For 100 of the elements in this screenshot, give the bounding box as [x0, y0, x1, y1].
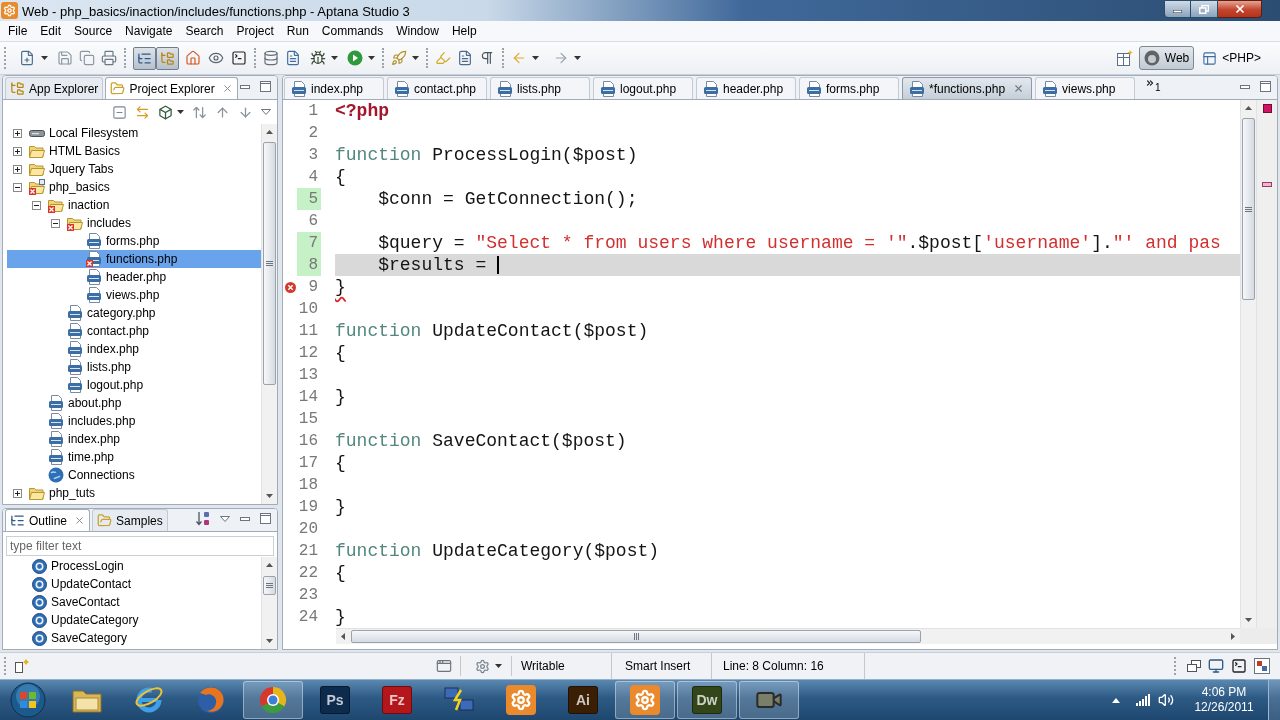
hidden-tabs-count[interactable]: 1 — [1155, 83, 1161, 93]
settings-icon[interactable] — [475, 658, 490, 674]
arrow-down-icon[interactable] — [238, 104, 253, 120]
editor-tab[interactable]: index.php — [284, 77, 384, 99]
caret-down-icon[interactable] — [331, 56, 338, 60]
tree-item[interactable]: contact.php — [87, 322, 150, 340]
speaker-icon[interactable] — [1158, 692, 1174, 708]
panel-tab[interactable]: Outline — [5, 509, 91, 531]
caret-up-icon[interactable] — [266, 130, 273, 134]
document-icon[interactable] — [457, 50, 473, 66]
tree-item[interactable]: includes.php — [68, 412, 136, 430]
rocket-icon[interactable] — [391, 50, 407, 66]
caret-down-icon[interactable] — [266, 494, 273, 498]
panel-tab[interactable]: Project Explorer — [105, 77, 238, 99]
tree-item[interactable]: index.php — [87, 340, 140, 358]
app-window-icon[interactable] — [436, 658, 452, 674]
window-badge-icon[interactable] — [1254, 658, 1270, 674]
caret-right-icon[interactable] — [1231, 633, 1235, 640]
scrollbar-thumb[interactable] — [263, 576, 276, 595]
perspective-button[interactable]: <PHP> — [1197, 46, 1266, 70]
caret-down-icon[interactable] — [368, 56, 375, 60]
arrows-up-down-icon[interactable] — [192, 104, 207, 120]
caret-up-icon[interactable] — [1245, 106, 1252, 110]
restore-windows-icon[interactable] — [1187, 660, 1201, 672]
sort-icon[interactable] — [196, 511, 210, 526]
signal-bars-icon[interactable] — [1136, 694, 1150, 706]
close-icon[interactable] — [221, 83, 233, 94]
tree-item[interactable]: inaction — [68, 196, 110, 214]
show-desktop-button[interactable] — [1268, 680, 1280, 720]
tree-item[interactable]: lists.php — [87, 358, 132, 376]
filter-field[interactable]: type filter text — [6, 536, 274, 556]
menu-item[interactable]: Source — [68, 21, 119, 41]
perspective-button[interactable]: Web — [1138, 46, 1195, 70]
horizontal-scrollbar[interactable] — [336, 628, 1240, 644]
tree-item[interactable]: category.php — [87, 304, 156, 322]
editor-tab[interactable]: forms.php — [799, 77, 899, 99]
house-icon[interactable] — [185, 50, 201, 66]
chevrons-right-icon[interactable] — [1145, 78, 1156, 88]
caret-down-icon[interactable] — [177, 110, 184, 114]
document-icon[interactable] — [285, 50, 301, 66]
menu-item[interactable]: Window — [390, 21, 445, 41]
close-button[interactable] — [1218, 0, 1262, 18]
copy-icon[interactable] — [79, 50, 95, 66]
maximize-icon[interactable] — [1260, 81, 1271, 92]
plus-box-icon[interactable] — [12, 164, 22, 174]
outline-item[interactable]: UpdateContact — [51, 575, 132, 593]
clock-time[interactable]: 4:06 PM — [1201, 685, 1247, 700]
restore-button[interactable] — [1191, 0, 1218, 18]
editor-tab[interactable]: logout.php — [593, 77, 693, 99]
tree-item[interactable]: Jquery Tabs — [49, 160, 114, 178]
printer-icon[interactable] — [101, 50, 117, 66]
minimize-button[interactable] — [1164, 0, 1191, 18]
tree-item[interactable]: logout.php — [87, 376, 144, 394]
menu-item[interactable]: Navigate — [119, 21, 179, 41]
minus-box-icon[interactable] — [31, 200, 41, 210]
caret-down-icon[interactable] — [574, 56, 581, 60]
panel-tab[interactable]: Samples — [92, 509, 168, 531]
caret-down-icon[interactable] — [266, 639, 273, 643]
taskbar-button[interactable] — [739, 681, 799, 719]
outline-item[interactable]: UpdateCategory — [51, 611, 139, 629]
terminal-icon[interactable] — [231, 50, 247, 66]
menu-item[interactable]: Commands — [315, 21, 390, 41]
scrollbar-thumb[interactable] — [1242, 118, 1255, 300]
editor-tab[interactable]: contact.php — [387, 77, 487, 99]
tree-item[interactable]: php_basics — [49, 178, 110, 196]
editor-tab[interactable]: views.php — [1035, 77, 1136, 99]
caret-down-icon[interactable] — [495, 664, 502, 668]
close-icon[interactable] — [1013, 83, 1025, 94]
plus-box-icon[interactable] — [12, 128, 22, 138]
window-plus-icon[interactable] — [15, 659, 29, 673]
taskbar-button[interactable] — [615, 681, 675, 719]
play-icon[interactable] — [347, 50, 363, 66]
scrollbar-thumb[interactable] — [351, 630, 921, 643]
caret-up-icon[interactable] — [1112, 697, 1120, 703]
taskbar-button[interactable]: Fz — [367, 681, 427, 719]
caret-down-icon[interactable] — [532, 56, 539, 60]
grid-plus-icon[interactable] — [1116, 50, 1133, 66]
tree-item[interactable]: header.php — [106, 268, 167, 286]
tree-item[interactable]: views.php — [106, 286, 160, 304]
outline-item[interactable]: SaveCategory — [51, 629, 128, 647]
start-orb-icon[interactable] — [10, 682, 46, 718]
taskbar-button[interactable]: Ps — [305, 681, 365, 719]
scrollbar-thumb[interactable] — [263, 142, 276, 385]
taskbar-button[interactable]: Ai — [553, 681, 613, 719]
editor-tab[interactable]: *functions.php — [902, 77, 1033, 99]
toggle-button[interactable] — [133, 46, 156, 70]
tree-item[interactable]: php_tuts — [49, 484, 96, 502]
plus-box-icon[interactable] — [12, 146, 22, 156]
minus-box-icon[interactable] — [50, 218, 60, 228]
caret-down-icon[interactable] — [412, 56, 419, 60]
terminal-icon[interactable] — [1231, 658, 1247, 674]
vertical-scrollbar[interactable] — [1240, 100, 1256, 628]
minus-box-icon[interactable] — [12, 182, 22, 192]
tree-item[interactable]: about.php — [68, 394, 122, 412]
editor-tab[interactable]: header.php — [696, 77, 796, 99]
maximize-icon[interactable] — [260, 81, 271, 92]
menu-item[interactable]: Project — [230, 21, 280, 41]
panel-tab[interactable]: App Explorer — [5, 77, 104, 99]
editor-tab[interactable]: lists.php — [490, 77, 590, 99]
tree-item[interactable]: forms.php — [106, 232, 160, 250]
